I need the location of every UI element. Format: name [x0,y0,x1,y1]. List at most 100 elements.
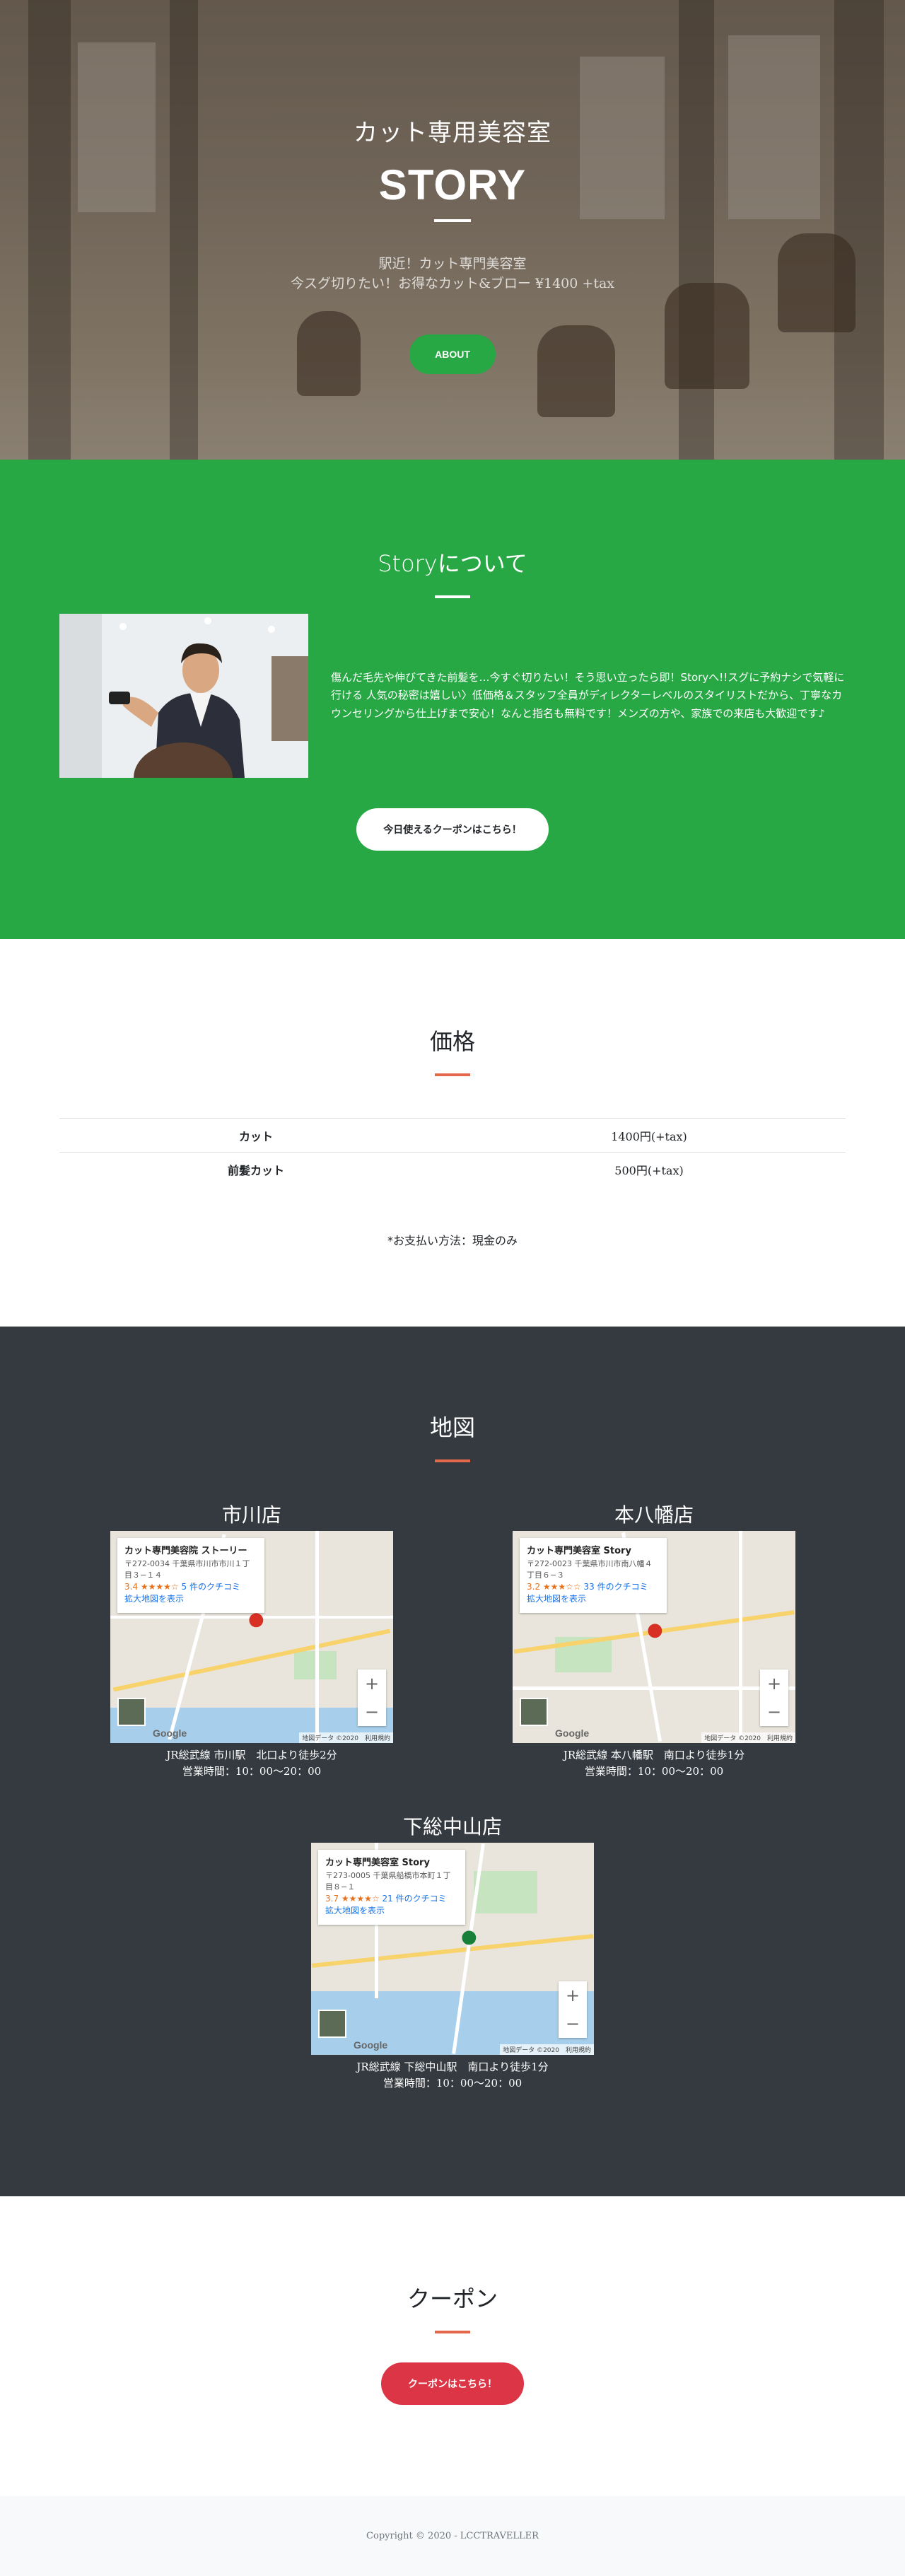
map-road [513,1686,795,1690]
about-title: Storyについて [378,550,527,577]
map-divider [435,1459,470,1462]
price-item: 前髪カット [59,1152,452,1187]
store-access: JR総武線 本八幡駅 南口より徒歩1分 [563,1749,745,1761]
store-hours: 営業時間：10：00〜20：00 [584,1765,724,1778]
store-name: 本八幡店 [614,1503,694,1527]
map-pin-icon[interactable]: ● [461,1926,477,1947]
about-coupon-wrap: 今日使えるクーポンはこちら！ [0,808,905,851]
map-card-name: カット専門美容室 Story [527,1546,631,1556]
map-attribution[interactable]: 地図データ ©2020 利用規約 [500,2044,594,2055]
store-access: JR総武線 市川駅 北口より徒歩2分 [166,1749,337,1761]
map-satellite-toggle[interactable] [318,2010,346,2038]
map-card-reviews[interactable]: 21 件のクチコミ [383,1894,447,1904]
map-pin-icon[interactable]: ● [647,1619,663,1640]
store-map[interactable]: ● カット専門美容院 ストーリー 〒272-0034 千葉県市川市市川１丁目３−… [110,1531,393,1743]
map-card-address: 〒272-0034 千葉県市川市市川１丁目３−１４ [124,1558,250,1580]
today-coupon-button[interactable]: 今日使えるクーポンはこちら！ [356,808,549,851]
store-name: 下総中山店 [402,1815,502,1838]
hero-content: カット専用美容室 STORY 駅近！カット専門美容室 今スグ切りたい！お得なカッ… [0,0,905,375]
hero-title: STORY [378,161,527,209]
payment-note: *お支払い方法：現金のみ [387,1234,518,1247]
map-zoom-control: + − [559,1981,587,2038]
hero-desc-line2: 今スグ切りたい！お得なカット&ブロー ¥1400 +tax [290,275,615,291]
map-card-reviews[interactable]: 5 件のクチコミ [182,1582,240,1592]
store-info: JR総武線 下総中山駅 南口より徒歩1分 営業時間：10：00〜20：00 [311,2059,594,2092]
copyright-text: Copyright © 2020 - LCCTRAVELLER [366,2531,539,2541]
map-road [311,1934,594,1968]
map-card-enlarge-link[interactable]: 拡大地図を表示 [124,1593,257,1605]
map-info-card: カット専門美容室 Story 〒273-0005 千葉県船橋市本町１丁目８−１ … [318,1850,465,1925]
map-card-rating: 3.2 ★★★☆☆ [527,1581,581,1592]
map-road [739,1531,742,1743]
google-logo: Google [354,2039,388,2051]
hero-section: カット専用美容室 STORY 駅近！カット専門美容室 今スグ切りたい！お得なカッ… [0,0,905,460]
price-value: 1400円(+tax) [452,1118,846,1153]
stylist-photo [59,614,308,778]
coupon-button-wrap: クーポンはこちら！ [0,2362,905,2405]
stylist-photo-illustration [59,614,308,778]
hero-divider [434,219,471,222]
about-row: 傷んだ毛先や伸びてきた前髪を…今すぐ切りたい！そう思い立ったら即！Storyへ!… [59,614,846,778]
store-hours: 営業時間：10：00〜20：00 [182,1765,322,1778]
table-row: カット 1400円(+tax) [59,1118,846,1153]
map-zoom-control: + − [358,1669,386,1726]
map-card-address: 〒272-0023 千葉県市川市南八幡４丁目６−３ [527,1558,653,1580]
map-road [112,1628,391,1692]
about-text: 傷んだ毛先や伸びてきた前髪を…今すぐ切りたい！そう思い立ったら即！Storyへ!… [331,670,845,720]
about-section: Storyについて 傷んだ毛先や伸びてきた前髪を…今すぐ切りたい！そう思い立った… [0,460,905,939]
store-ichikawa: 市川店 ● カット専門美容院 ストーリー 〒272-0034 千葉県市川市市川１… [110,1500,393,1781]
map-info-card: カット専門美容院 ストーリー 〒272-0034 千葉県市川市市川１丁目３−１４… [117,1538,264,1613]
zoom-out-icon[interactable]: − [358,1698,386,1726]
price-title: 価格 [429,1028,475,1055]
map-title: 地図 [429,1414,475,1441]
zoom-out-icon[interactable]: − [760,1698,788,1726]
store-map[interactable]: ● カット専門美容室 Story 〒273-0005 千葉県船橋市本町１丁目８−… [311,1843,594,2055]
zoom-in-icon[interactable]: + [559,1981,587,2010]
google-logo: Google [153,1727,187,1739]
map-card-name: カット専門美容院 ストーリー [124,1546,247,1556]
map-attribution[interactable]: 地図データ ©2020 利用規約 [299,1732,393,1743]
map-card-enlarge-link[interactable]: 拡大地図を表示 [325,1905,458,1917]
map-park [474,1871,537,1913]
price-value: 500円(+tax) [452,1152,846,1187]
price-item: カット [59,1118,452,1153]
map-card-rating: 3.7 ★★★★☆ [325,1893,380,1904]
map-card-enlarge-link[interactable]: 拡大地図を表示 [527,1593,660,1605]
hero-subtitle: カット専用美容室 [354,119,551,147]
store-map[interactable]: ● カット専門美容室 Story 〒272-0023 千葉県市川市南八幡４丁目６… [513,1531,795,1743]
zoom-in-icon[interactable]: + [760,1669,788,1698]
price-divider [435,1073,470,1076]
map-section: 地図 市川店 ● カット専門美容院 ストーリー 〒272-0034 千葉県市川市… [0,1327,905,2196]
map-zoom-control: + − [760,1669,788,1726]
map-card-reviews[interactable]: 33 件のクチコミ [584,1582,648,1592]
store-hours: 営業時間：10：00〜20：00 [383,2077,522,2090]
coupon-title: クーポン [407,2285,498,2312]
store-access: JR総武線 下総中山駅 南口より徒歩1分 [356,2061,549,2073]
map-card-rating: 3.4 ★★★★☆ [124,1581,179,1592]
map-attribution[interactable]: 地図データ ©2020 利用規約 [701,1732,795,1743]
coupon-button[interactable]: クーポンはこちら！ [381,2362,524,2405]
footer: Copyright © 2020 - LCCTRAVELLER [0,2496,905,2576]
table-row: 前髪カット 500円(+tax) [59,1152,846,1187]
map-satellite-toggle[interactable] [117,1698,146,1726]
zoom-in-icon[interactable]: + [358,1669,386,1698]
map-satellite-toggle[interactable] [520,1698,548,1726]
store-motoyawata: 本八幡店 ● カット専門美容室 Story 〒272-0023 千葉県市川市南八… [513,1500,795,1781]
store-info: JR総武線 本八幡駅 南口より徒歩1分 営業時間：10：00〜20：00 [513,1747,795,1781]
map-card-name: カット専門美容室 Story [325,1858,430,1868]
map-card-address: 〒273-0005 千葉県船橋市本町１丁目８−１ [325,1870,451,1892]
hero-description: 駅近！カット専門美容室 今スグ切りたい！お得なカット&ブロー ¥1400 +ta… [0,255,905,293]
price-table: カット 1400円(+tax) 前髪カット 500円(+tax) [59,1118,846,1187]
store-shimosa-nakayama: 下総中山店 ● カット専門美容室 Story 〒273-0005 千葉県船橋市本… [311,1812,594,2092]
about-divider [435,595,470,598]
hero-desc-line1: 駅近！カット専門美容室 [378,256,527,272]
coupon-section: クーポン クーポンはこちら！ [0,2196,905,2496]
store-name: 市川店 [221,1503,281,1527]
price-section: 価格 カット 1400円(+tax) 前髪カット 500円(+tax) *お支払… [0,939,905,1327]
map-road [315,1531,319,1743]
zoom-out-icon[interactable]: − [559,2010,587,2038]
google-logo: Google [555,1727,590,1739]
store-info: JR総武線 市川駅 北口より徒歩2分 営業時間：10：00〜20：00 [110,1747,393,1781]
map-info-card: カット専門美容室 Story 〒272-0023 千葉県市川市南八幡４丁目６−３… [520,1538,667,1613]
about-button[interactable]: ABOUT [409,334,496,375]
